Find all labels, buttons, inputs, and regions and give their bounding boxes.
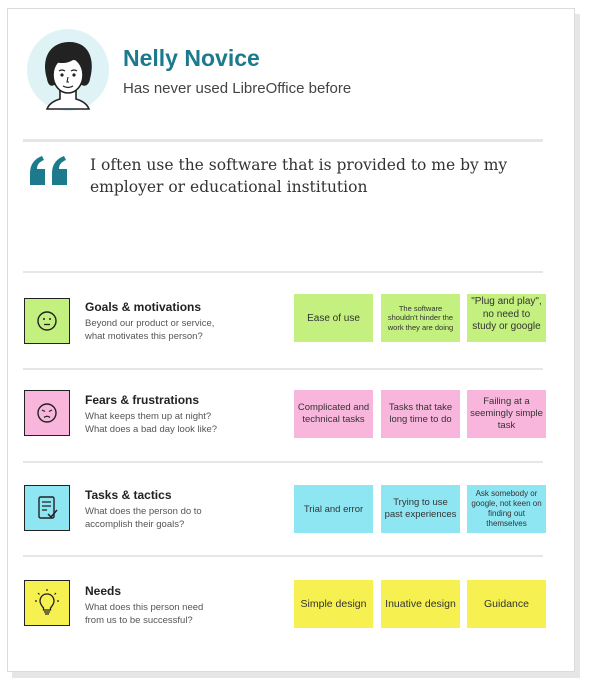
goals-icon-box — [24, 298, 70, 344]
sticky-note: Failing at a seemingly simple task — [467, 390, 546, 438]
sticky-note: Trying to use past experiences — [381, 485, 460, 533]
fears-icon-box — [24, 390, 70, 436]
persona-subtitle: Has never used LibreOffice before — [123, 80, 352, 97]
row-desc-line: what motivates this person? — [85, 330, 203, 342]
row-title-goals: Goals & motivations — [85, 300, 202, 314]
row-desc-line: Beyond our product or service, — [85, 318, 215, 329]
checklist-icon — [38, 496, 58, 519]
row-desc-tasks: What does the person do to accomplish th… — [85, 506, 245, 531]
row-desc-needs: What does this person need from us to be… — [85, 602, 245, 627]
avatar — [27, 29, 109, 111]
row-divider — [23, 461, 543, 463]
lightbulb-icon — [35, 589, 59, 615]
row-desc-line: What does a bad day look like? — [85, 423, 218, 435]
sticky-note: Guidance — [467, 580, 546, 628]
sticky-note: Ask somebody or google, not keen on find… — [467, 485, 546, 533]
header-divider — [23, 139, 543, 142]
row-divider — [23, 368, 543, 370]
persona-quote: I often use the software that is provide… — [90, 154, 520, 198]
row-title-tasks: Tasks & tactics — [85, 488, 172, 502]
sticky-note: Simple design — [294, 580, 373, 628]
sticky-note: Inuative design — [381, 580, 460, 628]
sticky-note: Complicated and technical tasks — [294, 390, 373, 438]
sticky-note: Tasks that take long time to do — [381, 390, 460, 438]
quote-line-1: I often use the software that is provide… — [90, 156, 508, 174]
sticky-note: "Plug and play", no need to study or goo… — [467, 294, 546, 342]
row-desc-line: from us to be successful? — [85, 614, 193, 626]
row-title-needs: Needs — [85, 584, 122, 598]
row-desc-line: What does the person do to — [85, 506, 202, 517]
row-desc-line: accomplish their goals? — [85, 518, 185, 530]
row-divider — [23, 555, 543, 557]
needs-icon-box — [24, 580, 70, 626]
persona-name: Nelly Novice — [123, 45, 260, 71]
tasks-icon-box — [24, 485, 70, 531]
worried-face-icon — [37, 403, 57, 423]
sticky-note: The software shouldn't hinder the work t… — [381, 294, 460, 342]
row-desc-line: What does this person need — [85, 602, 204, 613]
woman-portrait-icon — [45, 41, 92, 110]
row-title-fears: Fears & frustrations — [85, 393, 200, 407]
row-desc-goals: Beyond our product or service, what moti… — [85, 318, 245, 343]
section-divider — [23, 271, 543, 273]
neutral-face-icon — [37, 311, 57, 331]
quote-line-2: employer or educational institution — [90, 178, 368, 196]
sticky-note: Trial and error — [294, 485, 373, 533]
row-desc-line: What keeps them up at night? — [85, 411, 212, 422]
row-desc-fears: What keeps them up at night? What does a… — [85, 411, 245, 436]
quotation-mark-icon — [30, 156, 67, 185]
sticky-note: Ease of use — [294, 294, 373, 342]
